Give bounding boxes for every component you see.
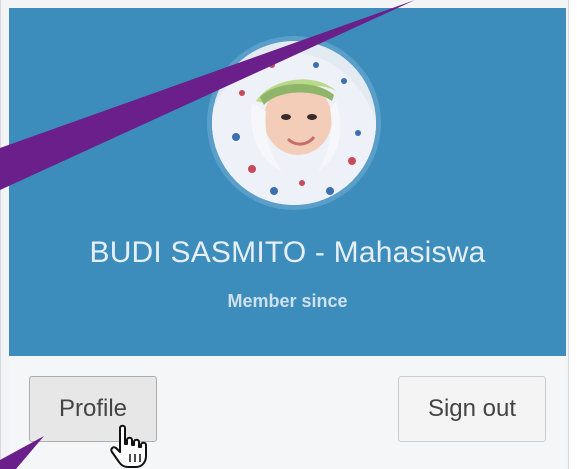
user-avatar	[207, 36, 381, 210]
profile-button[interactable]: Profile	[29, 376, 157, 442]
user-dropdown-menu: BUDI SASMITO - Mahasiswa Member since Pr…	[0, 0, 569, 469]
user-avatar-photo	[212, 41, 376, 205]
user-name: BUDI SASMITO - Mahasiswa	[89, 236, 486, 269]
screenshot-stage: BUDI SASMITO - Mahasiswa Member since Pr…	[0, 0, 577, 469]
user-footer: Profile Sign out	[9, 356, 566, 469]
member-since-label: Member since	[227, 291, 348, 311]
sign-out-button[interactable]: Sign out	[398, 376, 546, 442]
user-header: BUDI SASMITO - Mahasiswa Member since	[9, 8, 566, 356]
